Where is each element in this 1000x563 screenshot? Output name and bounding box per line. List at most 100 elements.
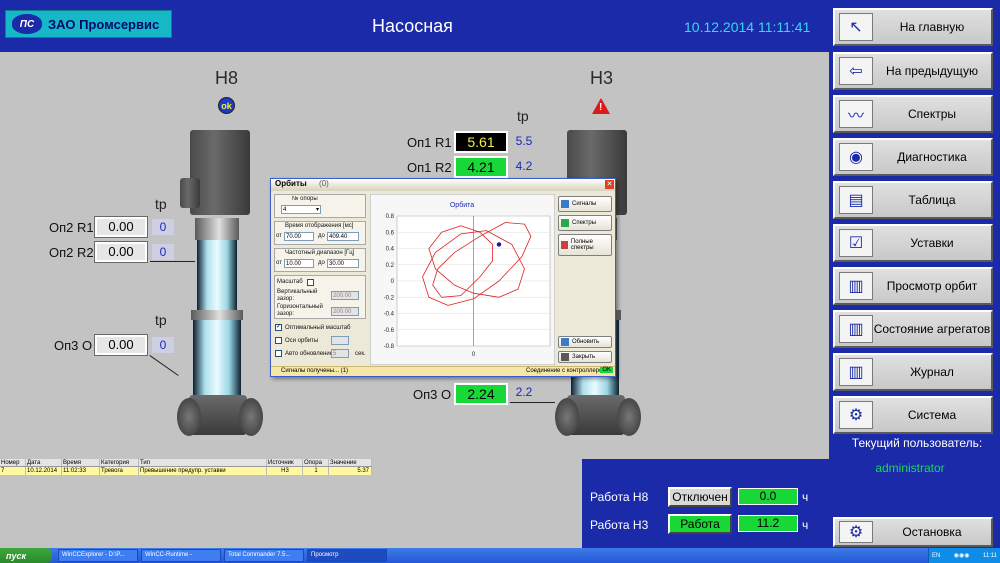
- alarm-col-number[interactable]: Номер: [0, 459, 26, 466]
- alarm-col-category[interactable]: Категория: [100, 459, 139, 466]
- alarm-cell: Превышение предупр. уставки: [139, 467, 267, 475]
- h8-op2-pointer-line: [150, 261, 195, 262]
- h3-hours-unit: ч: [802, 518, 809, 532]
- orbit-chart: Орбита 0.80.60.40.20-0.2-0.4-0.6-0.80: [370, 194, 555, 365]
- alarm-col-date[interactable]: Дата: [26, 459, 62, 466]
- nav-home-label: На главную: [899, 20, 965, 34]
- stop-button[interactable]: ⚙ Остановка: [833, 517, 993, 547]
- chevron-down-icon: ▾: [315, 207, 319, 213]
- nav-diagnostics-button[interactable]: ◉ Диагностика: [833, 138, 993, 176]
- time-from-label: от: [276, 233, 282, 239]
- alarm-cell: 10.12.2014: [26, 467, 62, 475]
- scale-label: Масштаб: [277, 279, 303, 285]
- y-tick-label: -0.4: [384, 312, 395, 318]
- alarm-col-time[interactable]: Время: [62, 459, 100, 466]
- nav-orbits-button[interactable]: ▥ Просмотр орбит: [833, 267, 993, 305]
- alarm-cell: 11:02:33: [62, 467, 100, 475]
- h8-op2-r2-value: 0.00: [94, 241, 148, 263]
- stop-label: Остановка: [902, 525, 962, 539]
- close-icon[interactable]: ✕: [605, 180, 614, 189]
- h8-op2-r2-label: Оп2 R2: [49, 245, 94, 260]
- hgap-label: Горизонтальный зазор:: [277, 304, 323, 317]
- nav-diagnostics-label: Диагностика: [897, 150, 967, 164]
- taskbar-item[interactable]: WinCC-Runtime -: [141, 549, 221, 562]
- h3-op3-o-tp: 2.2: [515, 385, 533, 399]
- dialog-title: Орбиты: [275, 179, 307, 188]
- status-connection: Соединение с контроллером: [526, 368, 607, 374]
- h8-op2-r1-value: 0.00: [94, 216, 148, 238]
- journal-icon: ▥: [839, 358, 873, 386]
- dialog-status-bar: Сигналы получены... (1) Соединение с кон…: [271, 366, 615, 376]
- orbit-view-icon: ▥: [839, 272, 873, 300]
- nav-system-button[interactable]: ⚙ Система: [833, 396, 993, 434]
- nav-setpoints-label: Уставки: [910, 236, 954, 250]
- alarm-col-type[interactable]: Тип: [139, 459, 267, 466]
- time-to-input[interactable]: 409.40: [327, 232, 359, 241]
- refresh-button[interactable]: Обновить: [558, 336, 612, 348]
- nav-previous-button[interactable]: ⇦ На предыдущую: [833, 52, 993, 90]
- freq-to-input[interactable]: 30.00: [327, 259, 359, 268]
- auto-update-label: Авто обновление: [285, 351, 334, 357]
- time-from-input[interactable]: 70.00: [284, 232, 314, 241]
- optimal-scale-checkbox[interactable]: ✓: [275, 324, 282, 331]
- table-row[interactable]: 7 10.12.2014 11:02:33 Тревога Превышение…: [0, 467, 372, 475]
- h8-op3-o-value: 0.00: [94, 334, 148, 356]
- dialog-titlebar[interactable]: Орбиты (0) ✕: [271, 179, 615, 191]
- dialog-title-suffix: (0): [318, 179, 329, 188]
- orbit-current-point: [496, 242, 502, 247]
- h3-op3-o-label: Оп3 О: [413, 387, 452, 402]
- ok-status-icon: ok: [218, 97, 235, 114]
- freq-from-label: от: [276, 260, 282, 266]
- h3-op1-r2-label: Оп1 R2: [407, 160, 452, 175]
- nav-units-state-button[interactable]: ▥ Состояние агрегатов: [833, 310, 993, 348]
- auto-update-input[interactable]: 5: [331, 349, 349, 358]
- alarm-cell: 5.37: [329, 467, 372, 475]
- taskbar-item[interactable]: WinCCExplorer - D:\P...: [58, 549, 138, 562]
- freq-label: Частотный диапазон [Гц]: [285, 250, 355, 256]
- full-spectra-button[interactable]: Полные спектры: [558, 234, 612, 256]
- h8-state-button[interactable]: Отключен: [668, 487, 732, 507]
- close-button[interactable]: Закрыть: [558, 351, 612, 363]
- orbit-axes-label: Оси орбиты: [285, 338, 319, 344]
- signals-button[interactable]: Сигналы: [558, 196, 612, 212]
- company-name: ЗАО Промсервис: [48, 16, 160, 32]
- y-tick-label: -0.6: [384, 328, 395, 334]
- nav-spectra-label: Спектры: [907, 107, 957, 121]
- nav-setpoints-button[interactable]: ☑ Уставки: [833, 224, 993, 262]
- taskbar-item[interactable]: Просмотр: [307, 549, 387, 562]
- nav-table-button[interactable]: ▤ Таблица: [833, 181, 993, 219]
- axes-extra-input[interactable]: [331, 336, 349, 345]
- nav-journal-button[interactable]: ▥ Журнал: [833, 353, 993, 391]
- units-state-icon: ▥: [839, 315, 873, 343]
- h8-op2-r2-tp: 0: [152, 244, 174, 260]
- orbit-axes-checkbox[interactable]: [275, 337, 282, 344]
- vgap-input[interactable]: 200.00: [331, 291, 359, 300]
- auto-update-checkbox[interactable]: [275, 350, 282, 357]
- alarm-col-source[interactable]: Источник: [267, 459, 303, 466]
- scale-checkbox[interactable]: [307, 279, 314, 286]
- language-indicator[interactable]: EN: [932, 553, 940, 559]
- h3-hours-value: 11.2: [738, 515, 798, 532]
- freq-from-input[interactable]: 10.00: [284, 259, 314, 268]
- hgap-input[interactable]: 200.00: [331, 307, 359, 316]
- alarm-col-support[interactable]: Опора: [303, 459, 329, 466]
- close-window-icon: [561, 353, 569, 361]
- taskbar-item[interactable]: Total Commander 7.5...: [224, 549, 304, 562]
- nav-home-button[interactable]: ↖ На главную: [833, 8, 993, 46]
- h3-state-button[interactable]: Работа: [668, 514, 732, 534]
- nav-spectra-button[interactable]: 〰 Спектры: [833, 95, 993, 133]
- spectra-icon: [561, 219, 569, 227]
- nav-orbits-label: Просмотр орбит: [886, 279, 978, 293]
- h3-work-label: Работа Н3: [590, 518, 649, 532]
- pump-h8-name: Н8: [215, 68, 239, 88]
- alarm-cell: 7: [0, 467, 26, 475]
- freq-to-label: до: [318, 260, 325, 266]
- h3-op1-r1-tp: 5.5: [515, 134, 533, 148]
- table-icon: ▤: [839, 186, 873, 214]
- support-select[interactable]: 4 ▾: [281, 205, 321, 214]
- alarm-col-value[interactable]: Значение: [329, 459, 372, 466]
- nav-journal-label: Журнал: [910, 365, 954, 379]
- company-logo-icon: ПС: [12, 14, 42, 34]
- start-button[interactable]: пуск: [0, 548, 52, 563]
- spectra-button[interactable]: Спектры: [558, 215, 612, 231]
